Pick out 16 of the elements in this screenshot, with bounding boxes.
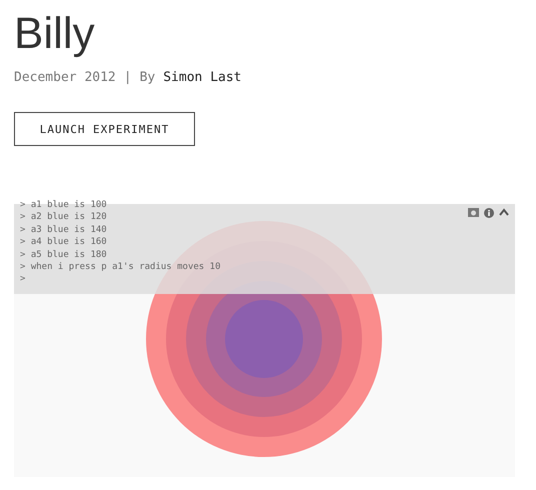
info-icon[interactable] — [484, 208, 494, 218]
console-line: > a4 blue is 160 — [20, 236, 108, 249]
post-date: December 2012 — [14, 70, 116, 85]
console-line: > — [20, 273, 26, 286]
author-link[interactable]: Simon Last — [163, 70, 242, 85]
separator: | — [124, 70, 132, 85]
console-line: > a2 blue is 120 — [20, 211, 108, 224]
collapse-icon[interactable] — [499, 208, 509, 216]
console-line: > a1 blue is 100 — [20, 199, 108, 212]
page-title: Billy — [14, 8, 96, 60]
console-line: > when i press p a1's radius moves 10 — [20, 261, 220, 274]
console-line: > a3 blue is 140 — [20, 224, 108, 236]
launch-button[interactable]: LAUNCH EXPERIMENT — [14, 112, 195, 146]
console-line: > a5 blue is 180 — [20, 248, 108, 262]
by-label: By — [140, 70, 156, 85]
camera-icon[interactable] — [468, 208, 479, 217]
